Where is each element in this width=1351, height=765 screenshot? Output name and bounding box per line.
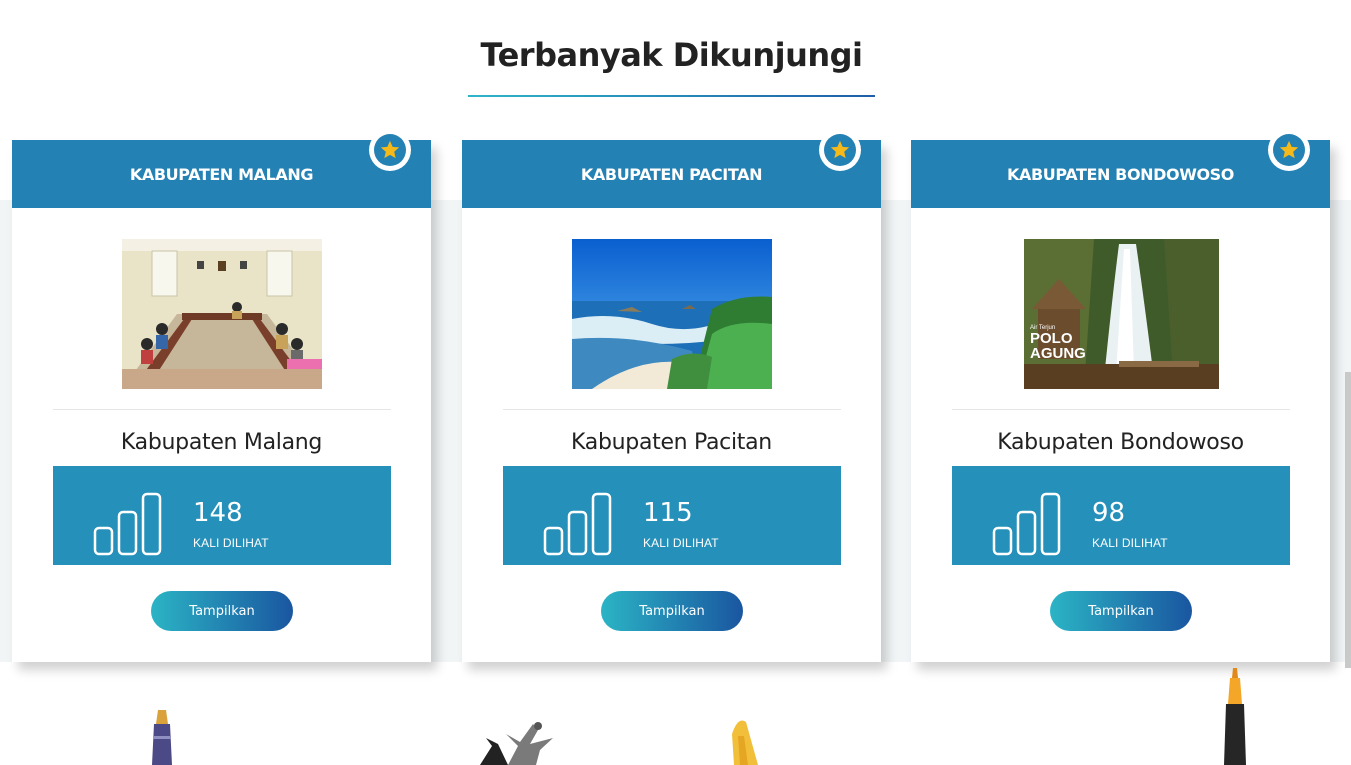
stats-box: 98 KALI DILIHAT — [952, 466, 1290, 565]
star-icon — [1268, 129, 1310, 171]
card-bondowoso: KABUPATEN BONDOWOSO Air Terjun POLO AGUN… — [911, 129, 1330, 662]
pencil-illustration-icon — [732, 720, 758, 765]
show-button[interactable]: Tampilkan — [601, 591, 743, 631]
place-name: Kabupaten Pacitan — [571, 430, 772, 455]
star-icon — [369, 129, 411, 171]
divider — [952, 409, 1290, 410]
waterfall-photo: Air Terjun POLO AGUNG — [1024, 239, 1219, 389]
title-underline — [468, 95, 875, 97]
meeting-room-photo — [122, 239, 322, 389]
photo-caption-line1: POLO — [1030, 330, 1073, 347]
view-count-label: KALI DILIHAT — [643, 536, 719, 550]
stats-box: 115 KALI DILIHAT — [503, 466, 841, 565]
pen-illustration-icon — [152, 710, 172, 765]
stats-box: 148 KALI DILIHAT — [53, 466, 391, 565]
fountain-pen-illustration-icon — [1224, 668, 1246, 765]
bar-chart-icon — [93, 492, 162, 556]
card-malang: KABUPATEN MALANG Kabupaten Malang 148 KA… — [12, 129, 431, 662]
view-count: 148 — [193, 498, 243, 528]
show-button[interactable]: Tampilkan — [1050, 591, 1192, 631]
bar-chart-icon — [543, 492, 612, 556]
beach-photo — [572, 239, 772, 389]
view-count: 115 — [643, 498, 693, 528]
photo-caption-line2: AGUNG — [1030, 345, 1086, 362]
view-count-label: KALI DILIHAT — [1092, 536, 1168, 550]
show-button[interactable]: Tampilkan — [151, 591, 293, 631]
view-count-label: KALI DILIHAT — [193, 536, 269, 550]
scrollbar[interactable] — [1345, 372, 1351, 668]
divider — [503, 409, 841, 410]
place-name: Kabupaten Bondowoso — [997, 430, 1244, 455]
divider — [53, 409, 391, 410]
section-title: Terbanyak Dikunjungi — [480, 36, 864, 74]
star-icon — [819, 129, 861, 171]
branch-illustration-icon — [480, 722, 553, 765]
place-name: Kabupaten Malang — [120, 430, 323, 455]
card-pacitan: KABUPATEN PACITAN Kabupaten Pacitan 115 … — [462, 129, 881, 662]
bar-chart-icon — [992, 492, 1061, 556]
view-count: 98 — [1092, 498, 1126, 528]
